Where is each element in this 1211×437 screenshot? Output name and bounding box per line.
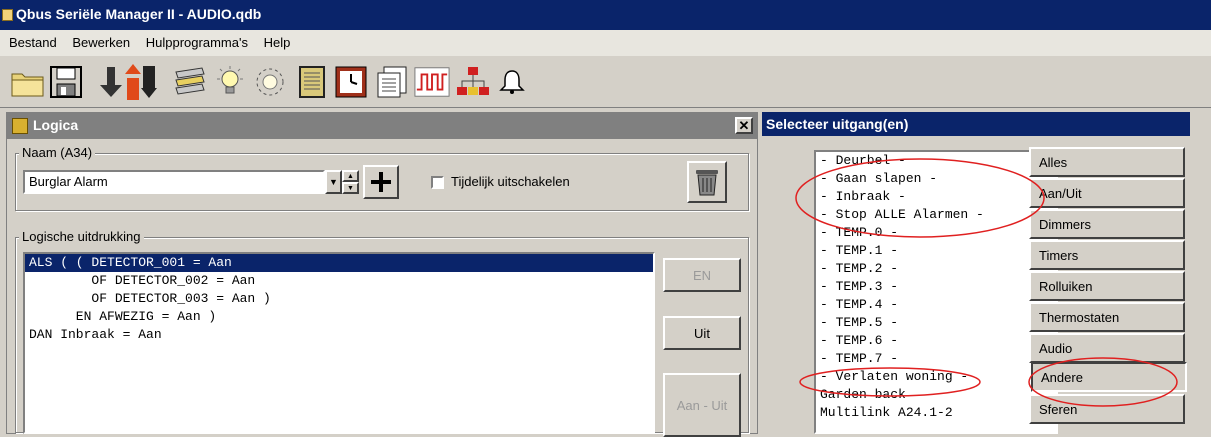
logica-app-icon [12,118,28,134]
network-icon [457,67,489,95]
trash-icon [696,170,718,196]
list-item[interactable]: - TEMP.7 - [816,350,1056,368]
upload-button[interactable] [124,64,160,100]
close-icon[interactable]: ✕ [735,117,753,134]
list-item[interactable]: - Stop ALLE Alarmen - [816,206,1056,224]
spin-up-button[interactable]: ▲ [342,170,359,182]
output-list[interactable]: - Deurbel - - Gaan slapen - - Inbraak - … [814,150,1058,434]
window-title: Qbus Seriële Manager II - AUDIO.qdb [16,6,262,22]
expression-editor[interactable]: ALS ( ( DETECTOR_001 = Aan OF DETECTOR_0… [23,252,655,434]
display-button[interactable] [294,64,330,100]
expression-label: Logische uitdrukking [19,229,144,244]
category-audio[interactable]: Audio [1029,333,1185,363]
category-rolluiken[interactable]: Rolluiken [1029,271,1185,301]
list-item[interactable]: - TEMP.0 - [816,224,1056,242]
logica-title: Logica [33,117,79,133]
menu-hulpprogrammas[interactable]: Hulpprogramma's [146,35,248,50]
network-button[interactable] [455,64,491,100]
category-dimmers[interactable]: Dimmers [1029,209,1185,239]
delete-button[interactable] [687,161,727,203]
selector-title: Selecteer uitgang(en) [766,116,909,132]
spin-down-button[interactable]: ▼ [342,182,359,194]
list-button[interactable] [374,64,410,100]
dropdown-button[interactable]: ▼ [325,170,342,194]
list-item[interactable]: Garden back [816,386,1056,404]
uit-button[interactable]: Uit [663,316,741,350]
logica-panel: Logica ✕ Naam (A34) Burglar Alarm ▼ ▲ ▼ … [6,112,758,437]
spin-down-icon: ▼ [347,184,354,192]
logica-titlebar: Logica ✕ [7,113,757,139]
chevron-down-icon: ▼ [329,177,338,187]
list-item[interactable]: - Verlaten woning - [816,368,1056,386]
signal-button[interactable] [414,64,450,100]
dimmer-button[interactable] [252,64,288,100]
naam-label: Naam (A34) [19,145,96,160]
menu-bestand[interactable]: Bestand [9,35,57,50]
list-item[interactable]: - Deurbel - [816,152,1056,170]
list-icon [377,66,407,98]
disable-checkbox[interactable] [431,176,444,189]
clock-icon [335,66,367,98]
spin-up-icon: ▲ [347,172,354,180]
plus-icon [371,172,391,192]
expression-line[interactable]: ALS ( ( DETECTOR_001 = Aan [25,254,653,272]
toolbar [0,56,1211,108]
save-button[interactable] [48,64,84,100]
expression-line[interactable]: OF DETECTOR_002 = Aan [25,272,653,290]
aan-uit-button[interactable]: Aan - Uit [663,373,741,437]
en-button[interactable]: EN [663,258,741,292]
dimmer-icon [256,68,284,96]
category-aan-uit[interactable]: Aan/Uit [1029,178,1185,208]
app-icon [2,9,13,21]
expression-line[interactable]: OF DETECTOR_003 = Aan ) [25,290,653,308]
category-timers[interactable]: Timers [1029,240,1185,270]
display-module-icon [299,66,325,98]
list-item[interactable]: - Inbraak - [816,188,1056,206]
list-item[interactable]: - Gaan slapen - [816,170,1056,188]
expression-line[interactable]: DAN Inbraak = Aan [25,326,653,344]
category-thermostaten[interactable]: Thermostaten [1029,302,1185,332]
folder-open-icon [11,73,44,97]
list-item[interactable]: - TEMP.4 - [816,296,1056,314]
open-button[interactable] [10,64,46,100]
list-item[interactable]: - TEMP.1 - [816,242,1056,260]
expression-line[interactable]: EN AFWEZIG = Aan ) [25,308,653,326]
upload-arrow-icon [125,64,157,100]
category-sferen[interactable]: Sferen [1029,394,1185,424]
bell-icon [499,70,525,94]
modules-button[interactable] [172,64,208,100]
disable-label: Tijdelijk uitschakelen [451,174,570,189]
list-item[interactable]: - TEMP.3 - [816,278,1056,296]
save-icon [50,66,82,98]
list-item[interactable]: - TEMP.2 - [816,260,1056,278]
signal-icon [414,67,450,97]
menu-bar: Bestand Bewerken Hulpprogramma's Help [0,30,1211,56]
name-input[interactable]: Burglar Alarm [23,170,325,194]
modules-icon [175,67,205,95]
menu-bewerken[interactable]: Bewerken [72,35,130,50]
download-arrow-icon [100,67,122,97]
selector-titlebar: Selecteer uitgang(en) [762,112,1190,136]
bell-button[interactable] [494,64,530,100]
clock-button[interactable] [333,64,369,100]
list-item[interactable]: - TEMP.6 - [816,332,1056,350]
list-item[interactable]: Multilink A24.1-2 [816,404,1056,422]
menu-help[interactable]: Help [264,35,291,50]
category-alles[interactable]: Alles [1029,147,1185,177]
bulb-button[interactable] [212,64,248,100]
list-item[interactable]: - TEMP.5 - [816,314,1056,332]
category-andere[interactable]: Andere [1031,362,1187,392]
add-button[interactable] [363,165,399,199]
title-bar: Qbus Seriële Manager II - AUDIO.qdb [0,0,1211,30]
bulb-icon [217,66,243,94]
